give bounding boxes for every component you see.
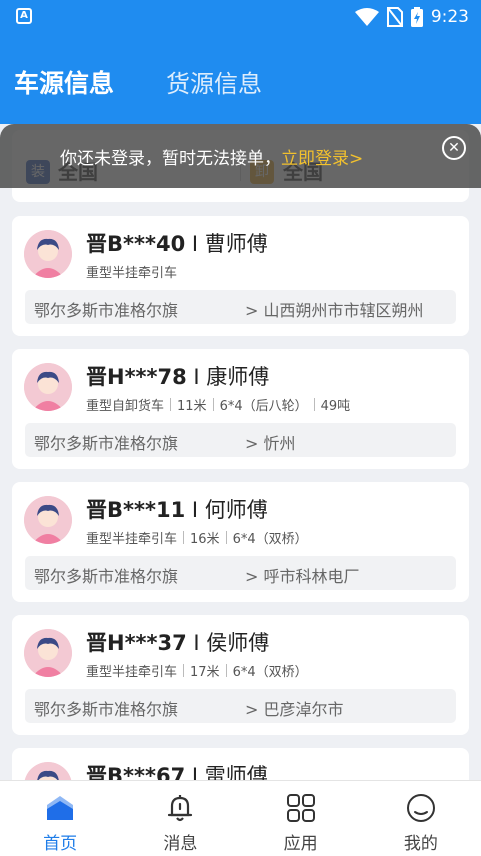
vehicle-specs: 重型半挂牵引车 (86, 262, 177, 281)
nav-messages[interactable]: 消息 (120, 781, 240, 856)
route-box: 鄂尔多斯市准格尔旗 > 呼市科林电厂 (25, 556, 456, 590)
nav-label: 首页 (43, 834, 78, 854)
route-box: 鄂尔多斯市准格尔旗 > 山西朔州市市辖区朔州 (25, 290, 456, 324)
driver-title: 晋B***11 I 何师傅 (86, 494, 268, 524)
route-origin: 鄂尔多斯市准格尔旗 (34, 567, 179, 586)
spec-type: 重型半挂牵引车 (86, 665, 178, 680)
spec-divider (183, 531, 185, 544)
nav-profile[interactable]: 我的 (361, 781, 481, 856)
route-box: 鄂尔多斯市准格尔旗 > 忻州 (25, 423, 456, 457)
spec-divider (183, 664, 185, 677)
spec-axle: 6*4（双桥） (232, 665, 308, 680)
bottom-nav: 首页 消息 应用 我的 (0, 780, 481, 856)
route-box: 鄂尔多斯市准格尔旗 > 巴彦淖尔市 (25, 689, 456, 723)
home-icon (47, 796, 74, 820)
route-destination: > 忻州 (245, 434, 296, 453)
nav-label: 应用 (283, 834, 318, 854)
avatar (24, 363, 72, 411)
driver-title: 晋B***40 I 曹师傅 (86, 228, 268, 258)
vehicle-card[interactable]: 晋B***11 I 何师傅 重型半挂牵引车 16米 6*4（双桥） 鄂尔多斯市准… (12, 482, 469, 602)
spec-length: 16米 (190, 532, 220, 547)
spec-type: 重型半挂牵引车 (86, 266, 178, 281)
spec-length: 11米 (177, 399, 207, 414)
driver-name: 曹师傅 (204, 232, 268, 256)
profile-icon (406, 794, 435, 822)
title-separator: I (186, 365, 207, 389)
avatar (24, 629, 72, 677)
spec-axle: 6*4（双桥） (232, 532, 308, 547)
title-separator: I (186, 631, 207, 655)
driver-title: 晋H***37 I 侯师傅 (86, 627, 269, 657)
status-bar: A 9:23 (0, 0, 481, 34)
driver-name: 侯师傅 (206, 631, 270, 655)
route-origin: 鄂尔多斯市准格尔旗 (34, 700, 179, 719)
spec-divider (225, 531, 227, 544)
spec-divider (225, 664, 227, 677)
driver-name: 康师傅 (206, 365, 270, 389)
close-icon[interactable]: ✕ (442, 136, 466, 160)
clock: 9:23 (430, 7, 469, 27)
nav-apps[interactable]: 应用 (241, 781, 361, 856)
vehicle-card[interactable]: 晋H***37 I 侯师傅 重型半挂牵引车 17米 6*4（双桥） 鄂尔多斯市准… (12, 615, 469, 735)
bell-icon (168, 795, 193, 822)
route-origin: 鄂尔多斯市准格尔旗 (34, 434, 179, 453)
vehicle-card[interactable]: 晋B***40 I 曹师傅 重型半挂牵引车 鄂尔多斯市准格尔旗 > 山西朔州市市… (12, 216, 469, 336)
plate-number: 晋B***40 (86, 232, 186, 256)
app-notification-icon: A (16, 8, 32, 24)
route-destination: > 呼市科林电厂 (245, 567, 360, 586)
title-separator: I (185, 498, 205, 522)
vehicle-specs: 重型半挂牵引车 16米 6*4（双桥） (86, 528, 308, 547)
login-banner-text: 你还未登录，暂时无法接单， (60, 149, 281, 169)
vehicle-specs: 重型半挂牵引车 17米 6*4（双桥） (86, 661, 308, 680)
login-banner: 你还未登录，暂时无法接单，立即登录> ✕ (0, 124, 481, 188)
header: A 9:23 车源信息 货源信息 (0, 0, 481, 124)
route-destination: > 山西朔州市市辖区朔州 (245, 301, 424, 320)
spec-type: 重型自卸货车 (86, 399, 165, 414)
spec-type: 重型半挂牵引车 (86, 532, 178, 547)
login-banner-message: 你还未登录，暂时无法接单，立即登录> (60, 144, 363, 169)
nav-label: 消息 (163, 834, 198, 854)
tab-cargo-info[interactable]: 货源信息 (166, 64, 262, 99)
vehicle-specs: 重型自卸货车 11米 6*4（后八轮） 49吨 (86, 395, 350, 414)
spec-weight: 49吨 (320, 399, 351, 414)
driver-title: 晋H***78 I 康师傅 (86, 361, 269, 391)
nav-label: 我的 (403, 834, 438, 854)
login-link[interactable]: 立即登录> (281, 149, 363, 169)
wifi-icon (354, 8, 379, 26)
avatar (24, 496, 72, 544)
driver-name: 何师傅 (204, 498, 268, 522)
spec-axle: 6*4（后八轮） (219, 399, 308, 414)
route-origin: 鄂尔多斯市准格尔旗 (34, 301, 179, 320)
avatar (24, 230, 72, 278)
vehicle-card[interactable]: 晋H***78 I 康师傅 重型自卸货车 11米 6*4（后八轮） 49吨 鄂尔… (12, 349, 469, 469)
title-separator: I (185, 232, 205, 256)
plate-number: 晋H***37 (86, 631, 187, 655)
no-sim-icon (386, 7, 403, 27)
spec-divider (212, 398, 214, 411)
tab-vehicle-info[interactable]: 车源信息 (14, 64, 114, 100)
nav-home[interactable]: 首页 (0, 781, 120, 856)
battery-icon (410, 7, 423, 27)
route-destination: > 巴彦淖尔市 (245, 700, 344, 719)
spec-divider (170, 398, 172, 411)
plate-number: 晋H***78 (86, 365, 187, 389)
spec-divider (313, 398, 315, 411)
grid-icon (286, 794, 315, 822)
plate-number: 晋B***11 (86, 498, 186, 522)
spec-length: 17米 (190, 665, 220, 680)
